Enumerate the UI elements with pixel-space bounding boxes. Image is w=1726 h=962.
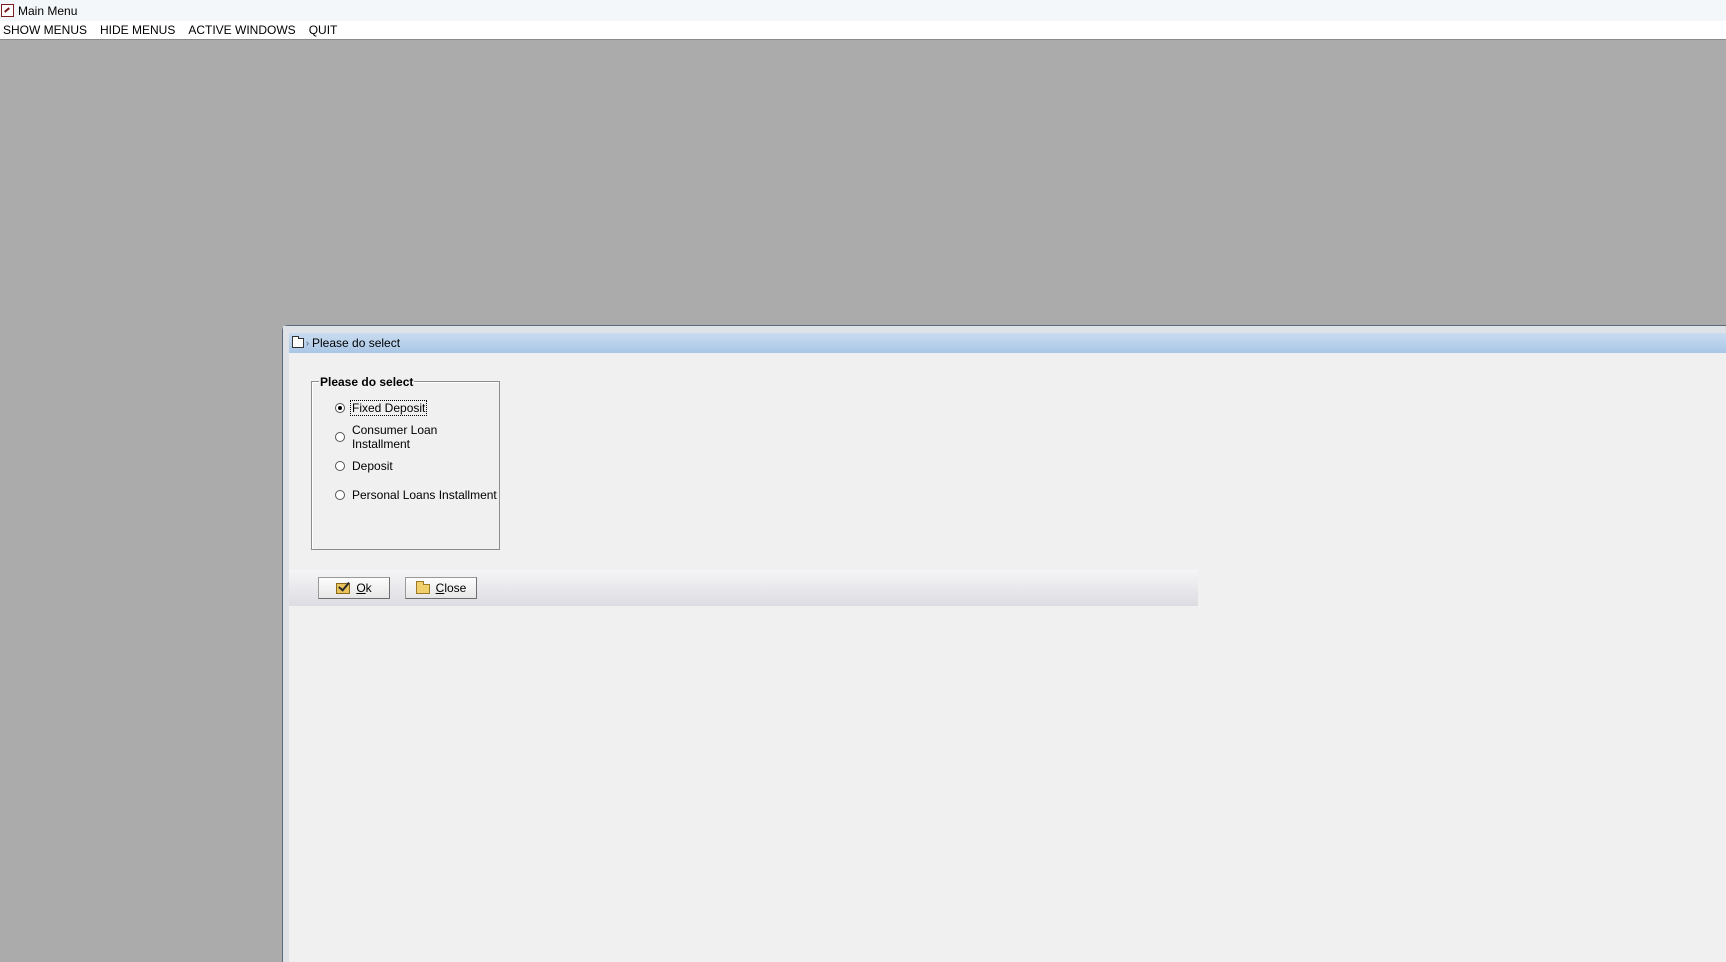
- ok-label-rest: k: [365, 581, 372, 595]
- close-label-rest: lose: [444, 581, 467, 595]
- radio-fixed-deposit[interactable]: Fixed Deposit: [335, 400, 428, 416]
- menu-active-windows[interactable]: ACTIVE WINDOWS: [188, 23, 295, 37]
- radio-label[interactable]: Deposit: [351, 459, 394, 473]
- app-titlebar: Main Menu: [0, 0, 1726, 21]
- radio-label[interactable]: Consumer Loan Installment: [351, 423, 499, 451]
- radio-label[interactable]: Personal Loans Installment: [351, 488, 498, 502]
- select-dialog: › Please do select Please do select Fixe…: [282, 325, 1726, 962]
- radio-button-icon[interactable]: [335, 432, 345, 442]
- menubar: SHOW MENUS HIDE MENUS ACTIVE WINDOWS QUI…: [0, 21, 1726, 40]
- selection-groupbox: Please do select Fixed Deposit Consumer …: [311, 375, 500, 550]
- checkmark-envelope-icon: [336, 582, 351, 594]
- radio-personal-loans-installment[interactable]: Personal Loans Installment: [335, 487, 498, 503]
- groupbox-label: Please do select: [319, 375, 415, 389]
- radio-deposit[interactable]: Deposit: [335, 458, 394, 474]
- dialog-body: Please do select Fixed Deposit Consumer …: [289, 353, 1726, 962]
- app-icon: [1, 4, 14, 17]
- ok-button[interactable]: Ok: [318, 577, 390, 599]
- ok-button-label: Ok: [356, 581, 371, 595]
- dialog-frame-top: [283, 326, 1726, 333]
- app-title: Main Menu: [18, 3, 78, 18]
- dialog-titlebar[interactable]: › Please do select: [289, 333, 1726, 353]
- folder-icon: [415, 581, 430, 594]
- radio-label[interactable]: Fixed Deposit: [349, 400, 428, 416]
- radio-consumer-loan-installment[interactable]: Consumer Loan Installment: [335, 423, 499, 451]
- radio-button-checked-icon[interactable]: [335, 403, 345, 413]
- close-button[interactable]: Close: [405, 577, 477, 599]
- dialog-separator-icon: ›: [306, 338, 309, 348]
- ok-mnemonic: O: [356, 581, 366, 595]
- dialog-title: Please do select: [312, 336, 401, 350]
- menu-show-menus[interactable]: SHOW MENUS: [3, 23, 87, 37]
- radio-button-icon[interactable]: [335, 461, 345, 471]
- dialog-window-icon: [292, 336, 304, 348]
- menu-hide-menus[interactable]: HIDE MENUS: [100, 23, 175, 37]
- menu-quit[interactable]: QUIT: [309, 23, 338, 37]
- button-toolbar: Ok Close: [289, 570, 1198, 606]
- close-button-label: Close: [436, 581, 467, 595]
- radio-button-icon[interactable]: [335, 490, 345, 500]
